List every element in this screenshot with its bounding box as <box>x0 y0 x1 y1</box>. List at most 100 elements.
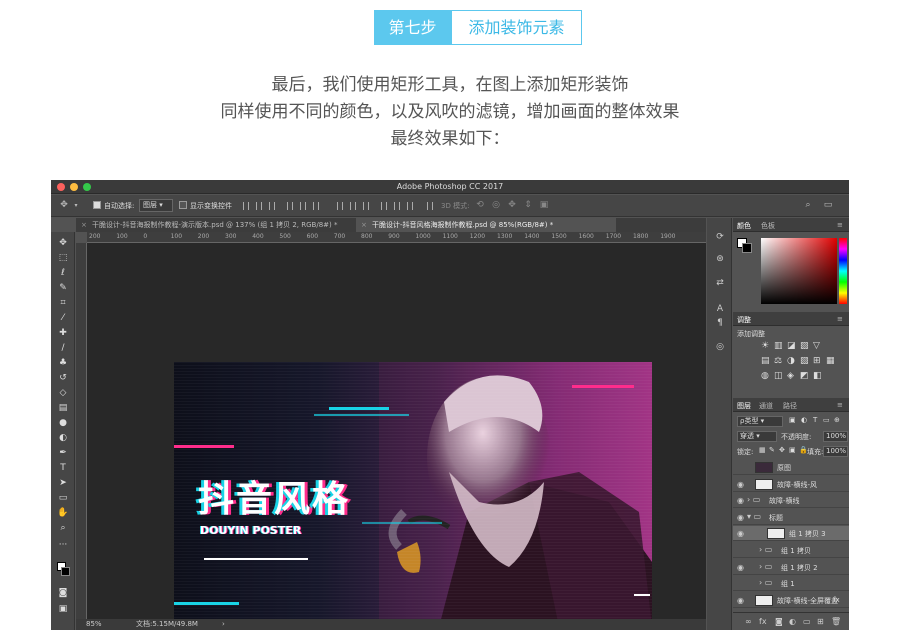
filter-smart-icon[interactable]: ⊕ <box>834 416 840 424</box>
blur-tool-icon[interactable]: ● <box>57 418 69 429</box>
eyedropper-tool-icon[interactable]: ⁄ <box>57 313 69 324</box>
background-color-swatch[interactable] <box>742 243 752 253</box>
lock-paint-icon[interactable]: ✎ <box>769 446 775 454</box>
invert-icon[interactable]: ◍ <box>761 371 769 381</box>
lasso-tool-icon[interactable]: ℓ <box>57 268 69 279</box>
align-vcenter-icon[interactable] <box>256 202 262 210</box>
filter-pixel-icon[interactable]: ▣ <box>789 416 796 424</box>
layer-row[interactable]: ◉ 故障-横线-风 <box>733 477 849 492</box>
photo-filter-icon[interactable]: ▧ <box>800 356 809 366</box>
visibility-eye-icon[interactable]: ◉ <box>737 513 744 522</box>
history-brush-tool-icon[interactable]: ↺ <box>57 373 69 384</box>
close-icon[interactable]: × <box>361 218 367 232</box>
3d-rotate-icon[interactable]: ⟲ <box>475 200 485 211</box>
3d-scale-icon[interactable]: ▣ <box>539 200 549 211</box>
filter-type-icon[interactable]: T <box>813 416 817 424</box>
brush-tool-icon[interactable]: / <box>57 343 69 354</box>
layer-kind-filter[interactable]: ρ类型 ▾ <box>737 416 783 427</box>
align-left-icon[interactable] <box>287 202 293 210</box>
folder-icon[interactable]: ▾ ▭ <box>747 512 761 521</box>
opacity-input[interactable]: 100% <box>823 431 848 442</box>
align-top-icon[interactable] <box>243 202 249 210</box>
character-icon[interactable]: A <box>714 304 726 316</box>
folder-icon[interactable]: › ▭ <box>759 562 772 571</box>
libraries-icon[interactable]: ◎ <box>714 342 726 354</box>
path-select-tool-icon[interactable]: ➤ <box>57 478 69 489</box>
rectangle-tool-icon[interactable]: ▭ <box>57 493 69 504</box>
levels-icon[interactable]: ▥ <box>774 341 783 351</box>
tab-layers[interactable]: 图层 <box>737 401 751 411</box>
lock-artboard-icon[interactable]: ▣ <box>789 446 796 454</box>
paragraph-icon[interactable]: ¶ <box>714 318 726 330</box>
trash-icon[interactable]: 🗑 <box>831 617 841 626</box>
layer-row[interactable]: ◉ 故障-横线-全屏覆盖 fx <box>733 593 849 608</box>
move-tool-icon[interactable]: ✥ <box>59 200 69 211</box>
hue-saturation-icon[interactable]: ▤ <box>761 356 770 366</box>
tab-swatches[interactable]: 色板 <box>761 221 775 231</box>
color-lookup-icon[interactable]: ▦ <box>826 356 835 366</box>
chevron-down-icon[interactable]: ▾ <box>71 200 81 211</box>
fill-input[interactable]: 100% <box>823 446 848 457</box>
show-transform-checkbox[interactable] <box>179 201 187 209</box>
layer-row[interactable]: ◉ › ▭ 组 1 拷贝 2 <box>733 560 849 575</box>
blend-mode-dropdown[interactable]: 穿透 ▾ <box>737 431 777 442</box>
pen-tool-icon[interactable]: ✒ <box>57 448 69 459</box>
vibrance-icon[interactable]: ▽ <box>813 341 820 351</box>
lock-position-icon[interactable]: ✥ <box>779 446 785 454</box>
adjust-icon[interactable]: ⊛ <box>714 254 726 266</box>
3d-roll-icon[interactable]: ◎ <box>491 200 501 211</box>
folder-icon[interactable]: › ▭ <box>759 545 772 554</box>
distribute-bottom-icon[interactable] <box>363 202 369 210</box>
panel-menu-icon[interactable]: ≡ <box>837 221 843 229</box>
navigator-icon[interactable]: ⇄ <box>714 278 726 290</box>
auto-select-dropdown[interactable]: 图层 ▾ <box>139 199 173 212</box>
move-tool-icon[interactable]: ✥ <box>57 238 69 249</box>
type-tool-icon[interactable]: T <box>57 463 69 474</box>
layer-row[interactable]: ◉ ▾ ▭ 标题 <box>733 510 849 525</box>
healing-tool-icon[interactable]: ✚ <box>57 328 69 339</box>
visibility-eye-icon[interactable]: ◉ <box>737 596 744 605</box>
distribute-top-icon[interactable] <box>337 202 343 210</box>
auto-align-icon[interactable] <box>427 202 433 210</box>
layer-row[interactable]: ◉ 组 1 拷贝 3 <box>733 526 849 542</box>
fx-icon[interactable]: fx <box>833 596 840 604</box>
exposure-icon[interactable]: ▨ <box>800 341 809 351</box>
close-icon[interactable]: × <box>81 218 87 232</box>
history-icon[interactable]: ⟳ <box>714 232 726 244</box>
folder-icon[interactable]: › ▭ <box>747 495 760 504</box>
hand-tool-icon[interactable]: ✋ <box>57 508 69 519</box>
filter-shape-icon[interactable]: ▭ <box>823 416 830 424</box>
background-color-swatch[interactable] <box>61 567 70 576</box>
tab-color[interactable]: 颜色 <box>737 221 751 231</box>
tab-paths[interactable]: 路径 <box>783 401 797 411</box>
mask-icon[interactable]: ◙ <box>775 617 783 626</box>
quick-mask-icon[interactable]: ◙ <box>57 588 69 599</box>
3d-pan-icon[interactable]: ✥ <box>507 200 517 211</box>
layer-row[interactable]: › ▭ 组 1 <box>733 576 849 592</box>
panel-menu-icon[interactable]: ≡ <box>837 401 843 409</box>
gradient-map-icon[interactable]: ◧ <box>813 371 822 381</box>
more-tools-icon[interactable]: ··· <box>57 540 69 551</box>
workspace-icon[interactable]: ▭ <box>823 200 833 211</box>
panel-menu-icon[interactable]: ≡ <box>837 315 843 323</box>
new-layer-icon[interactable]: ⊞ <box>817 617 824 626</box>
fx-icon[interactable]: fx <box>759 617 767 626</box>
zoom-tool-icon[interactable]: ⌕ <box>57 523 69 534</box>
distribute-right-icon[interactable] <box>407 202 413 210</box>
marquee-tool-icon[interactable]: ⬚ <box>57 253 69 264</box>
brightness-icon[interactable]: ☀ <box>761 341 769 351</box>
threshold-icon[interactable]: ◈ <box>787 371 794 381</box>
crop-tool-icon[interactable]: ⌗ <box>57 298 69 309</box>
screen-mode-icon[interactable]: ▣ <box>57 604 69 615</box>
eraser-tool-icon[interactable]: ◇ <box>57 388 69 399</box>
3d-slide-icon[interactable]: ⇕ <box>523 200 533 211</box>
quick-select-tool-icon[interactable]: ✎ <box>57 283 69 294</box>
gradient-tool-icon[interactable]: ▤ <box>57 403 69 414</box>
folder-icon[interactable]: › ▭ <box>759 578 772 587</box>
tab-document-2[interactable]: × 干脆设计-抖音风格海报制作教程.psd @ 85%(RGB/8#) * <box>356 218 616 232</box>
visibility-eye-icon[interactable]: ◉ <box>737 563 744 572</box>
color-picker-field[interactable] <box>761 238 837 304</box>
channel-mixer-icon[interactable]: ⊞ <box>813 356 821 366</box>
tab-adjustments[interactable]: 调整 <box>737 315 751 325</box>
align-bottom-icon[interactable] <box>269 202 275 210</box>
